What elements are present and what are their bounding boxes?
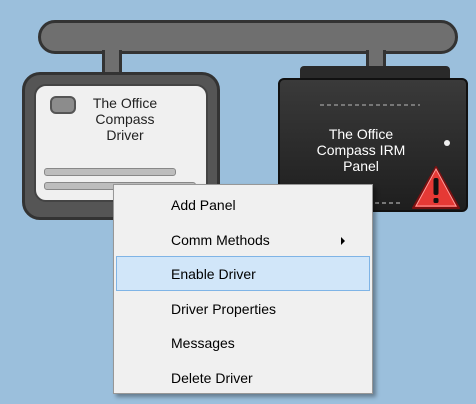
- driver-label-line3: Driver: [106, 127, 144, 143]
- context-menu: Add Panel Comm Methods Enable Driver Dri…: [113, 184, 373, 394]
- panel-vent: [320, 104, 420, 106]
- driver-label-line1: The Office: [92, 95, 158, 111]
- panel-status-led-icon: [444, 140, 450, 146]
- menu-item-label: Comm Methods: [171, 231, 270, 248]
- menu-item-label: Messages: [171, 335, 235, 351]
- device-canvas: The Office Compass Driver The Office Com…: [0, 0, 476, 404]
- driver-status-led-icon: [50, 96, 76, 114]
- submenu-arrow-icon: [341, 236, 345, 245]
- irm-label-line2: Compass IRM: [316, 142, 406, 158]
- menu-item-delete-driver[interactable]: Delete Driver: [116, 360, 370, 395]
- menu-item-messages[interactable]: Messages: [116, 325, 370, 360]
- menu-item-label: Delete Driver: [171, 369, 253, 386]
- menu-item-comm-methods[interactable]: Comm Methods: [116, 222, 370, 257]
- menu-item-label: Driver Properties: [171, 300, 277, 317]
- network-bus: [38, 20, 458, 54]
- irm-panel-label: The Office Compass IRM Panel: [296, 126, 426, 174]
- menu-item-enable-driver[interactable]: Enable Driver: [116, 256, 370, 291]
- menu-item-label: Enable Driver: [171, 266, 256, 282]
- irm-label-line3: Panel: [343, 158, 379, 174]
- menu-item-driver-properties[interactable]: Driver Properties: [116, 291, 370, 326]
- menu-item-label: Add Panel: [171, 197, 236, 213]
- irm-label-line1: The Office: [328, 126, 394, 142]
- driver-label-line2: Compass: [95, 111, 155, 127]
- menu-item-add-panel[interactable]: Add Panel: [116, 187, 370, 222]
- driver-slot: [44, 168, 176, 176]
- warning-triangle-icon: [412, 166, 460, 209]
- driver-label: The Office Compass Driver: [80, 95, 170, 143]
